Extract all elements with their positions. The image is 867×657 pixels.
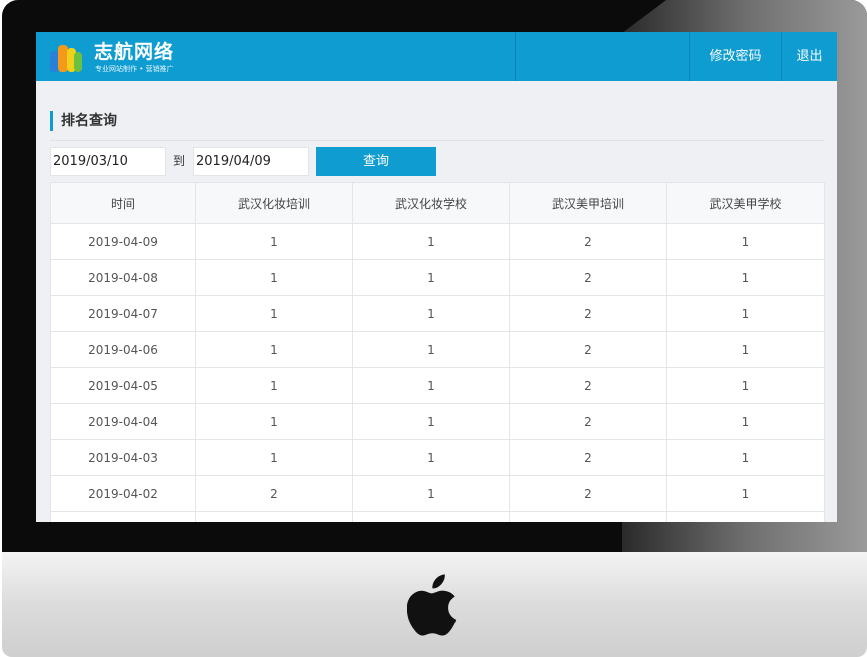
table-header-row: 时间 武汉化妆培训 武汉化妆学校 武汉美甲培训 武汉美甲学校 xyxy=(50,182,825,224)
rank-cell: 2 xyxy=(195,475,353,512)
table-row: 2019-04-06 1 1 2 1 xyxy=(50,331,825,368)
rank-cell: 1 xyxy=(352,331,510,368)
change-password-link[interactable]: 修改密码 xyxy=(690,32,781,81)
rank-cell: 1 xyxy=(666,475,825,512)
rank-cell: 1 xyxy=(352,403,510,440)
page-title: 排名查询 xyxy=(50,111,117,131)
colored-bars-logo-icon xyxy=(50,45,82,72)
rank-cell: 1 xyxy=(195,439,353,476)
screen: 志航网络 专业网站制作 • 营销推广 修改密码 退出 排名查询 到 查询 时间 … xyxy=(36,32,837,522)
rank-cell: 1 xyxy=(666,367,825,404)
row-date-cell xyxy=(50,511,196,522)
rank-cell xyxy=(666,511,825,522)
rank-cell: 2 xyxy=(509,295,667,332)
rank-cell xyxy=(509,511,667,522)
table-row: 2019-04-08 1 1 2 1 xyxy=(50,259,825,296)
rank-cell xyxy=(195,511,353,522)
rank-cell: 1 xyxy=(666,403,825,440)
rank-cell: 1 xyxy=(352,295,510,332)
nav-divider xyxy=(515,32,516,81)
brand-tagline: 专业网站制作 • 营销推广 xyxy=(95,65,174,73)
column-header-date: 时间 xyxy=(50,182,196,224)
rank-cell: 1 xyxy=(195,223,353,260)
row-date-cell: 2019-04-07 xyxy=(50,295,196,332)
apple-logo-icon xyxy=(407,574,457,636)
rank-cell: 1 xyxy=(352,439,510,476)
rank-cell: 1 xyxy=(352,367,510,404)
row-date-cell: 2019-04-06 xyxy=(50,331,196,368)
row-date-cell: 2019-04-05 xyxy=(50,367,196,404)
rank-cell: 1 xyxy=(666,295,825,332)
rank-cell: 1 xyxy=(195,259,353,296)
column-header-keyword: 武汉美甲培训 xyxy=(509,182,667,224)
title-divider xyxy=(50,140,824,141)
rank-cell: 2 xyxy=(509,367,667,404)
main-content: 排名查询 到 查询 时间 武汉化妆培训 武汉化妆学校 武汉美甲培训 武汉美甲学校 xyxy=(36,81,837,522)
rank-cell: 2 xyxy=(509,259,667,296)
table-row: 2019-04-02 2 1 2 1 xyxy=(50,475,825,512)
table-row: 2019-04-04 1 1 2 1 xyxy=(50,403,825,440)
rank-cell: 2 xyxy=(509,439,667,476)
row-date-cell: 2019-04-08 xyxy=(50,259,196,296)
brand-name: 志航网络 xyxy=(94,41,175,63)
rank-cell: 2 xyxy=(509,475,667,512)
ranking-table: 时间 武汉化妆培训 武汉化妆学校 武汉美甲培训 武汉美甲学校 2019-04-0… xyxy=(50,182,825,522)
rank-cell: 1 xyxy=(666,223,825,260)
rank-cell: 1 xyxy=(666,439,825,476)
rank-cell: 1 xyxy=(195,331,353,368)
rank-cell: 1 xyxy=(352,259,510,296)
table-row: 2019-04-09 1 1 2 1 xyxy=(50,223,825,260)
column-header-keyword: 武汉美甲学校 xyxy=(666,182,825,224)
query-button[interactable]: 查询 xyxy=(316,147,436,176)
rank-cell: 1 xyxy=(666,331,825,368)
start-date-input[interactable] xyxy=(50,147,166,176)
rank-cell: 1 xyxy=(666,259,825,296)
rank-cell: 1 xyxy=(195,295,353,332)
top-navigation-bar: 志航网络 专业网站制作 • 营销推广 修改密码 退出 xyxy=(36,32,837,81)
rank-cell: 1 xyxy=(195,367,353,404)
monitor-chin xyxy=(2,552,867,657)
table-row: 2019-04-07 1 1 2 1 xyxy=(50,295,825,332)
table-row: 2019-04-05 1 1 2 1 xyxy=(50,367,825,404)
row-date-cell: 2019-04-03 xyxy=(50,439,196,476)
rank-cell: 1 xyxy=(352,223,510,260)
logout-link[interactable]: 退出 xyxy=(782,32,837,81)
table-row xyxy=(50,511,825,522)
row-date-cell: 2019-04-02 xyxy=(50,475,196,512)
row-date-cell: 2019-04-09 xyxy=(50,223,196,260)
date-range-separator: 到 xyxy=(173,154,186,168)
end-date-input[interactable] xyxy=(193,147,309,176)
rank-cell: 2 xyxy=(509,223,667,260)
rank-cell: 1 xyxy=(352,475,510,512)
rank-cell xyxy=(352,511,510,522)
table-row: 2019-04-03 1 1 2 1 xyxy=(50,439,825,476)
column-header-keyword: 武汉化妆学校 xyxy=(352,182,510,224)
column-header-keyword: 武汉化妆培训 xyxy=(195,182,353,224)
row-date-cell: 2019-04-04 xyxy=(50,403,196,440)
rank-cell: 2 xyxy=(509,331,667,368)
rank-cell: 2 xyxy=(509,403,667,440)
rank-cell: 1 xyxy=(195,403,353,440)
